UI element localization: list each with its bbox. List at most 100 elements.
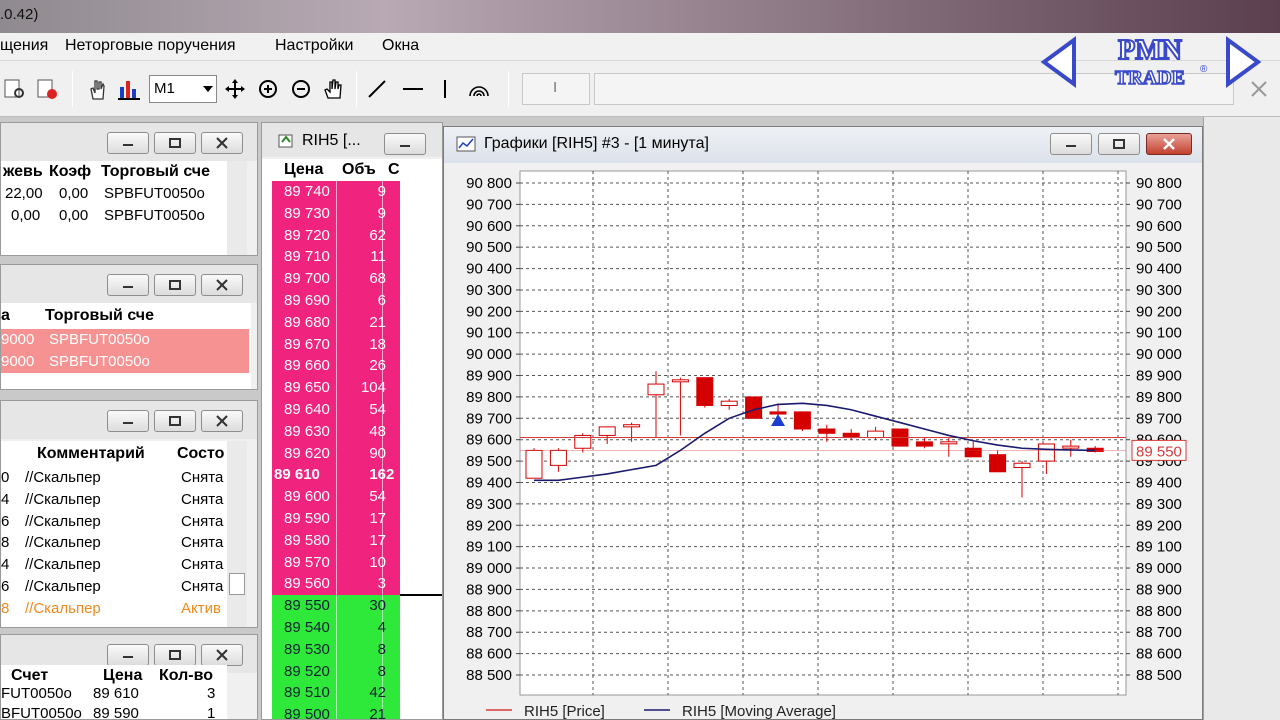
ask-row[interactable]: 89 710 11 bbox=[272, 246, 400, 268]
minimize-button[interactable] bbox=[1050, 133, 1092, 155]
ask-row[interactable]: 89 700 68 bbox=[272, 268, 400, 290]
y-tick-label-left: 88 500 bbox=[466, 667, 512, 684]
close-button[interactable] bbox=[201, 132, 243, 154]
menu-item-trades[interactable]: щения bbox=[0, 37, 48, 55]
logo-line2: TRADE bbox=[1115, 67, 1185, 89]
column-header[interactable]: Торговый сче bbox=[45, 307, 154, 325]
bid-row[interactable]: 89 500 21 bbox=[272, 704, 400, 719]
vertical-scrollbar[interactable] bbox=[227, 441, 247, 627]
scrollbar-thumb[interactable] bbox=[229, 573, 245, 595]
timeframe-select[interactable]: M1 bbox=[149, 75, 217, 103]
vertical-scrollbar[interactable] bbox=[227, 161, 247, 255]
column-header[interactable]: Торговый сче bbox=[101, 163, 210, 181]
ask-row[interactable]: 89 560 3 bbox=[272, 573, 400, 595]
toolbar-short-field[interactable]: I bbox=[522, 73, 590, 105]
close-button[interactable] bbox=[201, 644, 243, 666]
bid-row[interactable]: 89 510 42 bbox=[272, 682, 400, 704]
zoom-in-icon[interactable] bbox=[253, 74, 283, 104]
bar-chart-icon[interactable] bbox=[114, 74, 144, 104]
ask-row[interactable]: 89 730 9 bbox=[272, 203, 400, 225]
column-header[interactable]: Цена bbox=[103, 667, 142, 685]
maximize-button[interactable] bbox=[154, 132, 196, 154]
hand-pan-icon[interactable] bbox=[318, 74, 348, 104]
price-cell: 89 690 bbox=[284, 292, 330, 309]
ask-row[interactable]: 89 660 26 bbox=[272, 355, 400, 377]
hand-cursor-icon[interactable] bbox=[82, 74, 112, 104]
price-cell: 89 520 bbox=[284, 662, 330, 680]
menu-item-windows[interactable]: Окна bbox=[382, 37, 419, 55]
bid-row[interactable]: 89 520 8 bbox=[272, 661, 400, 683]
maximize-button[interactable] bbox=[154, 644, 196, 666]
arc-tool-icon[interactable] bbox=[464, 74, 494, 104]
column-header[interactable]: Коэф bbox=[49, 163, 91, 181]
column-header[interactable]: Счет bbox=[11, 667, 48, 685]
bid-row[interactable]: 89 540 4 bbox=[272, 617, 400, 639]
price-cell: 89 560 bbox=[284, 575, 330, 593]
y-tick-label-right: 89 900 bbox=[1136, 368, 1182, 385]
minimize-button[interactable] bbox=[107, 644, 149, 666]
close-button[interactable] bbox=[201, 410, 243, 432]
bid-row[interactable]: 89 550 30 bbox=[272, 595, 400, 617]
y-tick-label-left: 89 900 bbox=[466, 368, 512, 385]
ask-row[interactable]: 89 740 9 bbox=[272, 181, 400, 203]
horizontal-line-icon[interactable] bbox=[398, 74, 428, 104]
bid-row[interactable]: 89 530 8 bbox=[272, 639, 400, 661]
y-tick-label-right: 89 700 bbox=[1136, 410, 1182, 427]
table-cell: //Скальпер bbox=[25, 534, 101, 552]
column-header-price[interactable]: Цена bbox=[284, 161, 323, 179]
ask-row[interactable]: 89 600 54 bbox=[272, 486, 400, 508]
price-cell: 89 610 bbox=[274, 466, 320, 484]
ask-row[interactable]: 89 680 21 bbox=[272, 312, 400, 334]
search-doc-icon[interactable] bbox=[0, 74, 30, 104]
column-header[interactable]: жевь bbox=[3, 163, 43, 181]
close-button[interactable] bbox=[201, 274, 243, 296]
minimize-button[interactable] bbox=[107, 132, 149, 154]
menu-item-settings[interactable]: Настройки bbox=[275, 37, 353, 55]
column-header[interactable]: а bbox=[1, 307, 10, 325]
y-tick-label-left: 88 900 bbox=[466, 581, 512, 598]
minimize-button[interactable] bbox=[107, 274, 149, 296]
ask-row[interactable]: 89 640 54 bbox=[272, 399, 400, 421]
table-cell: 6 bbox=[1, 512, 10, 530]
column-header-volume[interactable]: Объ bbox=[342, 161, 376, 179]
ask-row[interactable]: 89 630 48 bbox=[272, 421, 400, 443]
maximize-button[interactable] bbox=[1098, 133, 1140, 155]
table-cell: 4 bbox=[1, 490, 10, 508]
maximize-button[interactable] bbox=[154, 410, 196, 432]
column-header[interactable]: Состо bbox=[177, 445, 224, 463]
ask-row[interactable]: 89 570 10 bbox=[272, 552, 400, 574]
stop-doc-icon[interactable] bbox=[32, 74, 62, 104]
trend-line-icon[interactable] bbox=[362, 74, 392, 104]
price-cell: 89 640 bbox=[284, 401, 330, 418]
menu-item-nontrade-orders[interactable]: Неторговые поручения bbox=[65, 37, 236, 55]
logo-line1: PMN bbox=[1118, 35, 1182, 66]
ask-row[interactable]: 89 580 17 bbox=[272, 530, 400, 552]
ask-row[interactable]: 89 670 18 bbox=[272, 334, 400, 356]
y-tick-label-left: 90 800 bbox=[466, 175, 512, 192]
price-chart[interactable]: 90 800 90 800 90 700 90 700 90 600 90 600 90 5… bbox=[444, 163, 1202, 719]
minimize-button[interactable] bbox=[107, 410, 149, 432]
volume-cell: 6 bbox=[377, 292, 386, 309]
zoom-out-icon[interactable] bbox=[286, 74, 316, 104]
move-icon[interactable] bbox=[220, 74, 250, 104]
candle-down bbox=[745, 396, 763, 419]
column-header[interactable]: Кол-во bbox=[159, 667, 213, 685]
close-button[interactable] bbox=[1146, 133, 1192, 155]
ask-row[interactable]: 89 720 62 bbox=[272, 225, 400, 247]
ask-row[interactable]: 89 620 90 bbox=[272, 443, 400, 465]
minimize-button[interactable] bbox=[384, 133, 426, 155]
ask-row[interactable]: 89 690 6 bbox=[272, 290, 400, 312]
maximize-button[interactable] bbox=[154, 274, 196, 296]
table-cell: 3 bbox=[207, 685, 216, 702]
table-cell: 0,00 bbox=[59, 185, 89, 202]
y-tick-label-right: 88 900 bbox=[1136, 581, 1182, 598]
vertical-line-icon[interactable] bbox=[430, 74, 460, 104]
ask-row[interactable]: 89 650 104 bbox=[272, 377, 400, 399]
column-header[interactable]: Комментарий bbox=[37, 445, 145, 463]
column-header-own[interactable]: С bbox=[388, 161, 400, 179]
y-tick-label-right: 89 100 bbox=[1136, 539, 1182, 556]
ask-row[interactable]: 89 590 17 bbox=[272, 508, 400, 530]
y-tick-label-right: 89 400 bbox=[1136, 474, 1182, 491]
ask-row[interactable]: 89 610 16 2 bbox=[272, 464, 400, 486]
positions-grid: жевь Коэф Торговый сче 22,00 0,00 SPBFUT… bbox=[1, 161, 227, 255]
